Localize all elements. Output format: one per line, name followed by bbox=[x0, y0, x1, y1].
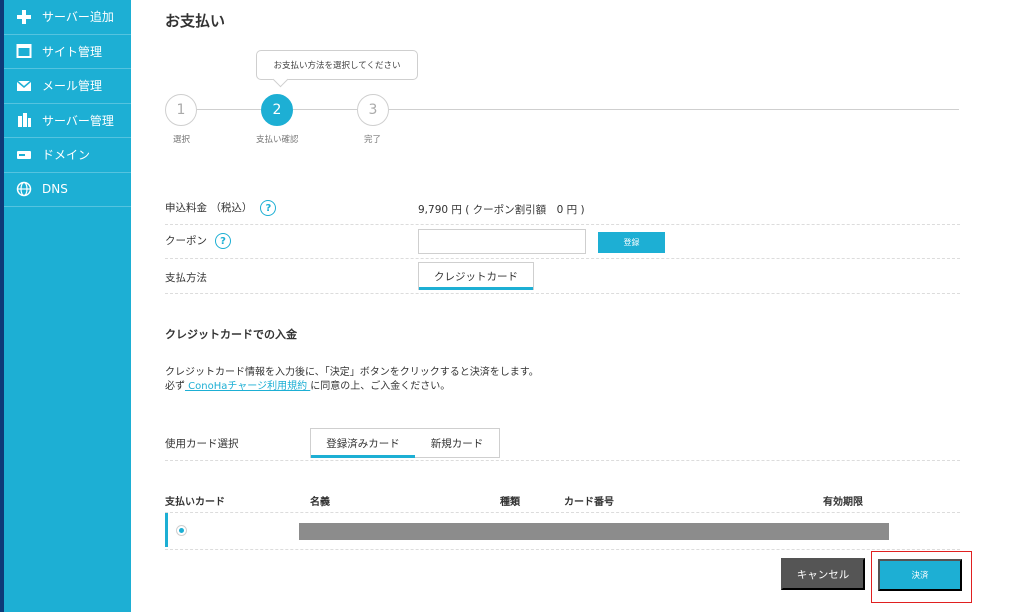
sidebar-item-site-management[interactable]: サイト管理 bbox=[4, 35, 131, 69]
divider bbox=[165, 293, 960, 294]
server-icon bbox=[14, 110, 34, 130]
sidebar-item-label: ドメイン bbox=[42, 148, 91, 163]
credit-instructions: クレジットカード情報を入力後に、「決定」ボタンをクリックすると決済をします。 bbox=[165, 367, 539, 378]
table-header-card-number: カード番号 bbox=[564, 497, 614, 508]
terms-suffix: に同意の上、ご入金ください。 bbox=[310, 381, 451, 392]
coupon-input[interactable] bbox=[418, 229, 586, 254]
fee-label-wrap: 申込料金 （税込）? bbox=[165, 200, 277, 216]
tab-credit-card[interactable]: クレジットカード bbox=[419, 263, 533, 290]
card-select-label: 使用カード選択 bbox=[165, 438, 239, 450]
domain-icon bbox=[14, 145, 34, 165]
coupon-register-button[interactable]: 登録 bbox=[598, 232, 665, 253]
page-title: お支払い bbox=[165, 12, 226, 30]
cancel-button[interactable]: キャンセル bbox=[781, 558, 865, 590]
step-2-circle: 2 bbox=[261, 94, 293, 126]
sidebar-item-label: DNS bbox=[42, 182, 68, 197]
step-3-label: 完了 bbox=[364, 135, 382, 145]
divider bbox=[165, 224, 960, 225]
sidebar-item-label: サーバー追加 bbox=[42, 10, 114, 25]
fee-value: 9,790 円 ( クーポン割引額 0 円 ) bbox=[418, 204, 585, 216]
step-1-circle: 1 bbox=[165, 94, 197, 126]
sidebar-item-add-server[interactable]: サーバー追加 bbox=[4, 0, 131, 35]
redacted-card-info bbox=[299, 523, 889, 540]
credit-terms-line: 必ず ConoHaチャージ利用規約 に同意の上、ご入金ください。 bbox=[165, 377, 450, 392]
divider bbox=[165, 258, 960, 259]
step-connector bbox=[293, 109, 357, 110]
coupon-label-wrap: クーポン? bbox=[165, 233, 231, 249]
step-2-label: 支払い確認 bbox=[256, 135, 299, 145]
fee-label: 申込料金 （税込） bbox=[165, 202, 253, 214]
table-header-name: 名義 bbox=[310, 497, 330, 508]
globe-icon bbox=[14, 179, 34, 199]
help-icon[interactable]: ? bbox=[260, 200, 277, 216]
pay-button[interactable]: 決済 bbox=[878, 559, 962, 591]
tab-registered-card[interactable]: 登録済みカード bbox=[311, 429, 415, 458]
step-3-circle: 3 bbox=[357, 94, 389, 126]
mail-icon bbox=[14, 76, 34, 96]
window-icon bbox=[14, 41, 34, 61]
payment-method-label: 支払方法 bbox=[165, 272, 207, 284]
divider bbox=[165, 460, 960, 461]
table-header-payment-card: 支払いカード bbox=[165, 497, 225, 508]
sidebar-item-mail-management[interactable]: メール管理 bbox=[4, 69, 131, 104]
coupon-label: クーポン bbox=[165, 235, 207, 247]
sidebar: サーバー追加 サイト管理 メール管理 サーバー管理 ドメイン DNS bbox=[4, 0, 131, 612]
divider bbox=[165, 549, 960, 550]
step-1-label: 選択 bbox=[173, 135, 191, 145]
sidebar-item-server-management[interactable]: サーバー管理 bbox=[4, 104, 131, 138]
help-icon[interactable]: ? bbox=[215, 233, 231, 249]
radio-dot bbox=[179, 528, 184, 533]
table-header-type: 種類 bbox=[500, 497, 520, 508]
terms-link[interactable]: ConoHaチャージ利用規約 bbox=[185, 381, 310, 392]
tab-new-card[interactable]: 新規カード bbox=[415, 429, 499, 457]
step-connector bbox=[197, 109, 261, 110]
terms-prefix: 必ず bbox=[165, 381, 185, 392]
sidebar-item-label: サーバー管理 bbox=[42, 113, 114, 128]
card-select-tabs: 登録済みカード 新規カード bbox=[310, 428, 500, 458]
payment-method-tabs: クレジットカード bbox=[418, 262, 534, 290]
sidebar-item-label: サイト管理 bbox=[42, 44, 103, 59]
step-tooltip: お支払い方法を選択してください bbox=[256, 50, 418, 80]
sidebar-item-label: メール管理 bbox=[42, 79, 103, 94]
step-connector bbox=[389, 109, 959, 110]
card-radio[interactable] bbox=[176, 525, 187, 536]
sidebar-item-dns[interactable]: DNS bbox=[4, 173, 131, 207]
plus-icon bbox=[14, 7, 34, 27]
sidebar-item-domain[interactable]: ドメイン bbox=[4, 138, 131, 173]
table-header-expiry: 有効期限 bbox=[823, 497, 863, 508]
credit-section-title: クレジットカードでの入金 bbox=[165, 328, 297, 341]
main-content: お支払い お支払い方法を選択してください 1 2 3 選択 支払い確認 完了 申… bbox=[131, 0, 1024, 612]
selected-row-indicator bbox=[165, 513, 168, 547]
divider bbox=[165, 512, 960, 513]
